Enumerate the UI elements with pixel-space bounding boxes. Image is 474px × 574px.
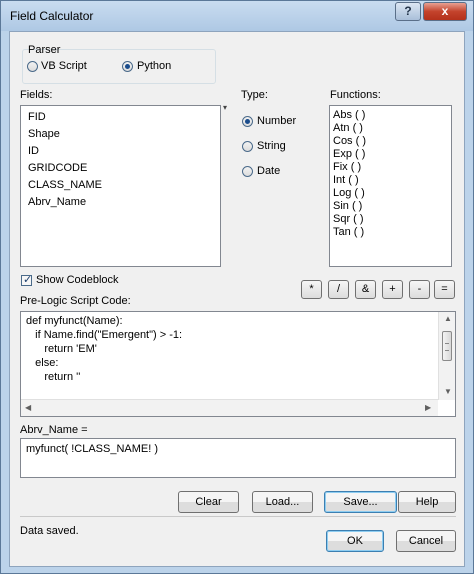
radio-vbscript[interactable] (27, 61, 38, 72)
list-item[interactable]: Exp ( ) (333, 148, 365, 160)
list-item[interactable]: Sqr ( ) (333, 213, 364, 225)
list-item[interactable]: Abrv_Name (28, 196, 86, 208)
sort-arrow-icon[interactable]: ▾ (223, 103, 227, 112)
dialog-body: Parser VB Script Python Fields: FID Shap… (9, 31, 465, 567)
equals-button[interactable]: = (434, 280, 455, 299)
prelogic-code-editor[interactable]: def myfunct(Name): if Name.find("Emergen… (20, 311, 456, 417)
scroll-right-icon[interactable]: ▶ (425, 403, 431, 412)
radio-date[interactable] (242, 166, 253, 177)
load-button[interactable]: Load... (252, 491, 313, 513)
code-line: if Name.find("Emergent") > -1: (26, 329, 183, 341)
checkmark-icon: ✓ (23, 274, 33, 286)
list-item[interactable]: CLASS_NAME (28, 179, 102, 191)
fields-list[interactable]: FID Shape ID GRIDCODE CLASS_NAME Abrv_Na… (20, 105, 221, 267)
expression-value: myfunct( !CLASS_NAME! ) (26, 443, 159, 455)
parser-label: Parser (28, 44, 61, 56)
code-line: return '' (26, 371, 81, 383)
fields-label: Fields: (20, 89, 53, 101)
clear-button[interactable]: Clear (178, 491, 239, 513)
show-codeblock-label[interactable]: Show Codeblock (36, 274, 119, 286)
prelogic-label: Pre-Logic Script Code: (20, 295, 131, 307)
help-title-button[interactable]: ? (395, 2, 421, 21)
title-bar[interactable]: Field Calculator ? x (1, 1, 473, 31)
field-calculator-window: Field Calculator ? x Parser VB Script Py… (0, 0, 474, 574)
scroll-down-icon[interactable]: ▼ (444, 387, 452, 396)
list-item[interactable]: GRIDCODE (28, 162, 87, 174)
ok-button[interactable]: OK (326, 530, 384, 552)
list-item[interactable]: Cos ( ) (333, 135, 366, 147)
list-item[interactable]: Int ( ) (333, 174, 359, 186)
cancel-button[interactable]: Cancel (396, 530, 456, 552)
list-item[interactable]: Abs ( ) (333, 109, 365, 121)
list-item[interactable]: Shape (28, 128, 60, 140)
expression-input[interactable]: myfunct( !CLASS_NAME! ) (20, 438, 456, 478)
code-line: def myfunct(Name): (26, 315, 123, 327)
multiply-button[interactable]: * (301, 280, 322, 299)
radio-string-label[interactable]: String (257, 140, 286, 152)
ampersand-button[interactable]: & (355, 280, 376, 299)
radio-python[interactable] (122, 61, 133, 72)
code-line: else: (26, 357, 59, 369)
type-label: Type: (241, 89, 268, 101)
list-item[interactable]: Sin ( ) (333, 200, 362, 212)
prelogic-vertical-scrollbar[interactable]: ▲ ▼ (438, 312, 455, 400)
list-item[interactable]: FID (28, 111, 46, 123)
radio-string[interactable] (242, 141, 253, 152)
prelogic-horizontal-scrollbar[interactable]: ◀ ▶ (21, 399, 438, 416)
scroll-thumb[interactable] (442, 331, 452, 361)
radio-number-label[interactable]: Number (257, 115, 296, 127)
separator (20, 516, 456, 517)
functions-list[interactable]: Abs ( ) Atn ( ) Cos ( ) Exp ( ) Fix ( ) … (329, 105, 452, 267)
list-item[interactable]: Tan ( ) (333, 226, 364, 238)
plus-button[interactable]: + (382, 280, 403, 299)
save-button[interactable]: Save... (324, 491, 397, 513)
window-title: Field Calculator (10, 9, 94, 23)
expression-label: Abrv_Name = (20, 424, 88, 436)
radio-date-label[interactable]: Date (257, 165, 280, 177)
functions-label: Functions: (330, 89, 381, 101)
show-codeblock-checkbox[interactable]: ✓ (21, 274, 33, 286)
list-item[interactable]: Atn ( ) (333, 122, 363, 134)
close-button[interactable]: x (423, 2, 467, 21)
divide-button[interactable]: / (328, 280, 349, 299)
radio-vbscript-label[interactable]: VB Script (41, 60, 87, 72)
code-line: return 'EM' (26, 343, 97, 355)
list-item[interactable]: ID (28, 145, 39, 157)
scroll-left-icon[interactable]: ◀ (25, 403, 31, 412)
list-item[interactable]: Fix ( ) (333, 161, 361, 173)
status-text: Data saved. (20, 525, 79, 537)
radio-python-label[interactable]: Python (137, 60, 171, 72)
scroll-up-icon[interactable]: ▲ (444, 314, 452, 323)
radio-number[interactable] (242, 116, 253, 127)
help-button[interactable]: Help (398, 491, 456, 513)
minus-button[interactable]: - (409, 280, 430, 299)
list-item[interactable]: Log ( ) (333, 187, 365, 199)
close-icon: x (441, 4, 449, 18)
